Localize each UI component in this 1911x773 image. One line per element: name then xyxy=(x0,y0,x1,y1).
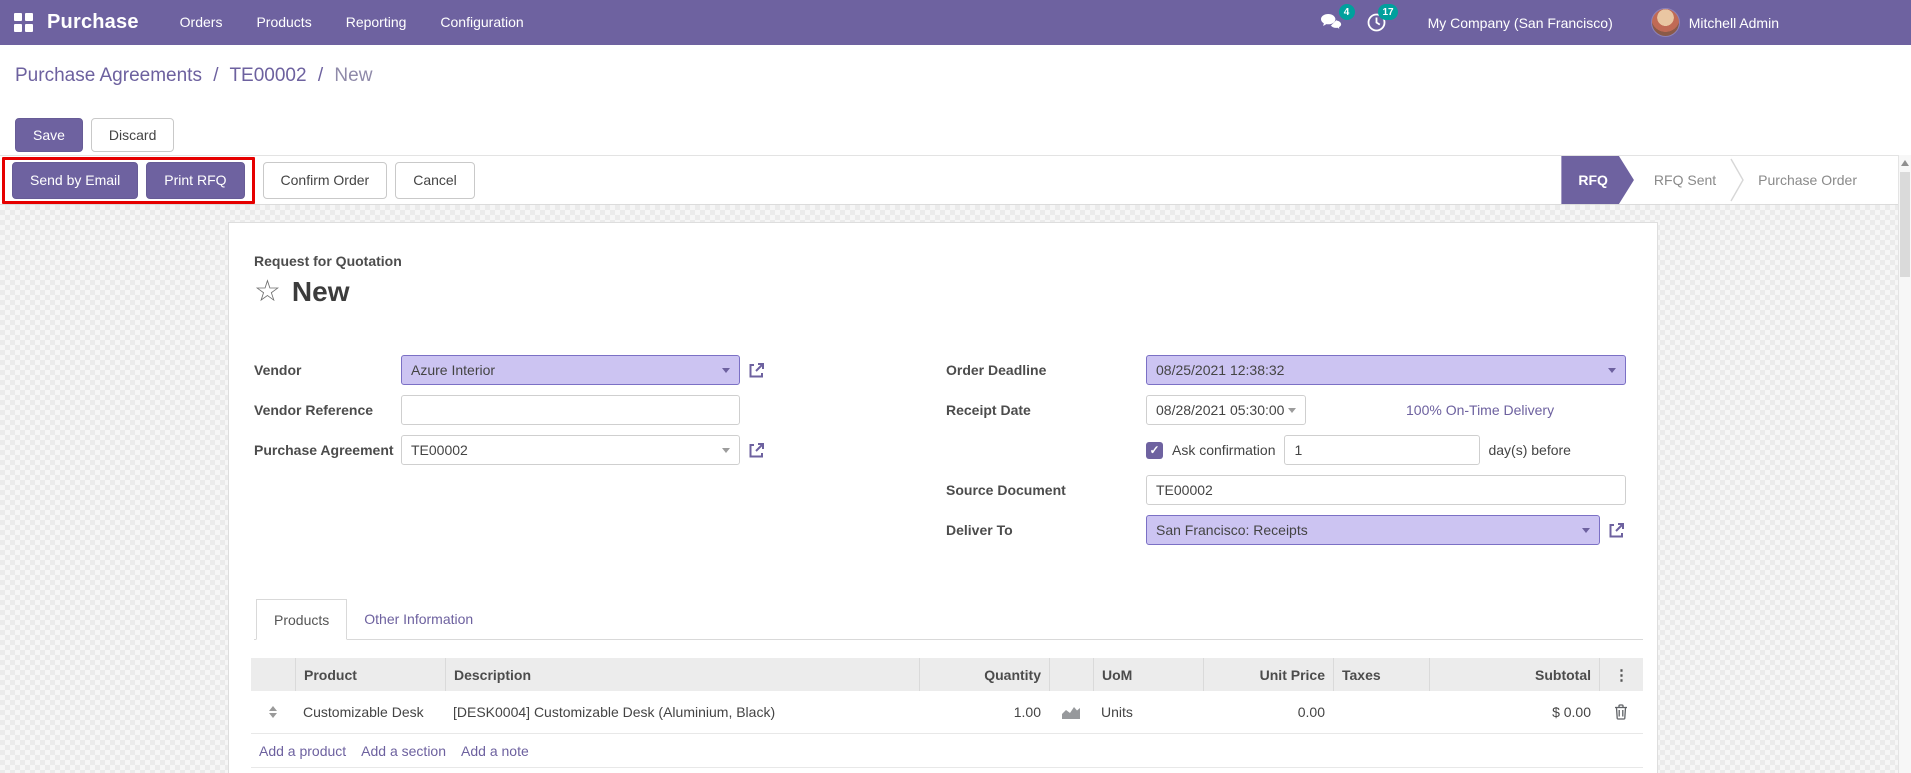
deliver-to-field[interactable]: San Francisco: Receipts xyxy=(1146,515,1600,545)
form-sheet: Request for Quotation ☆ New Vendor Azure… xyxy=(228,222,1658,773)
source-document-label: Source Document xyxy=(946,482,1066,498)
content-area: Request for Quotation ☆ New Vendor Azure… xyxy=(0,205,1911,773)
col-subtotal: Subtotal xyxy=(1429,658,1599,691)
form-fields: Vendor Azure Interior Vendor Reference P… xyxy=(254,355,1643,555)
receipt-date-label: Receipt Date xyxy=(946,402,1031,418)
cell-quantity[interactable]: 1.00 xyxy=(919,704,1049,720)
caret-down-icon xyxy=(1288,407,1296,413)
status-step-purchase-order[interactable]: Purchase Order xyxy=(1744,156,1871,204)
save-button[interactable]: Save xyxy=(15,118,83,152)
menu-reporting[interactable]: Reporting xyxy=(329,0,424,45)
add-a-section-link[interactable]: Add a section xyxy=(361,743,446,759)
vendor-field[interactable]: Azure Interior xyxy=(401,355,740,385)
breadcrumb: Purchase Agreements / TE00002 / New xyxy=(15,61,1895,91)
col-quantity: Quantity xyxy=(919,658,1049,691)
breadcrumb-current: New xyxy=(334,65,373,86)
col-unit-price: Unit Price xyxy=(1203,658,1333,691)
delete-row-icon[interactable] xyxy=(1614,704,1628,720)
table-header: Product Description Quantity UoM Unit Pr… xyxy=(251,658,1643,691)
notebook-tabs: Products Other Information xyxy=(254,599,1643,640)
print-rfq-button[interactable]: Print RFQ xyxy=(146,161,245,199)
scrollbar[interactable] xyxy=(1898,155,1911,773)
avatar xyxy=(1650,8,1680,37)
col-product: Product xyxy=(295,658,445,691)
breadcrumb-separator: / xyxy=(317,65,324,86)
cancel-button[interactable]: Cancel xyxy=(395,161,475,199)
days-before-field[interactable]: 1 xyxy=(1284,435,1481,465)
app-name[interactable]: Purchase xyxy=(47,11,139,34)
vendor-reference-field[interactable] xyxy=(401,395,740,425)
top-navbar: Purchase Orders Products Reporting Confi… xyxy=(0,0,1911,45)
optional-columns-icon[interactable]: ⋮ xyxy=(1614,666,1629,684)
purchase-agreement-label: Purchase Agreement xyxy=(254,442,394,458)
menu-orders[interactable]: Orders xyxy=(163,0,240,45)
form-subtitle: Request for Quotation xyxy=(254,253,402,269)
caret-down-icon xyxy=(1582,527,1590,533)
user-name: Mitchell Admin xyxy=(1688,14,1779,31)
annotation-highlight-box: Send by Email Print RFQ xyxy=(2,156,255,204)
record-title: New xyxy=(291,276,350,307)
forecast-chart-icon[interactable] xyxy=(1061,705,1081,720)
statusbar: RFQ RFQ Sent Purchase Order xyxy=(1561,156,1871,204)
breadcrumb-purchase-agreements[interactable]: Purchase Agreements xyxy=(15,65,202,86)
order-deadline-label: Order Deadline xyxy=(946,362,1047,378)
drag-handle-icon[interactable] xyxy=(269,706,277,718)
user-menu[interactable]: Mitchell Admin xyxy=(1650,8,1779,37)
scrollbar-up-arrow-icon[interactable] xyxy=(1899,155,1911,170)
add-a-note-link[interactable]: Add a note xyxy=(461,743,529,759)
control-panel: Purchase Agreements / TE00002 / New Save… xyxy=(0,45,1911,155)
chevron-separator-icon xyxy=(1730,158,1744,202)
favorite-star-icon[interactable]: ☆ xyxy=(254,277,281,307)
receipt-date-field[interactable]: 08/28/2021 05:30:00 xyxy=(1146,395,1306,425)
menu-configuration[interactable]: Configuration xyxy=(423,0,540,45)
company-switcher[interactable]: My Company (San Francisco) xyxy=(1428,15,1613,31)
breadcrumb-record[interactable]: TE00002 xyxy=(229,65,306,86)
tab-other-information[interactable]: Other Information xyxy=(347,599,490,639)
table-footer-links: Add a product Add a section Add a note xyxy=(251,734,1643,768)
ask-confirmation-checkbox[interactable]: ✓ xyxy=(1146,441,1163,459)
discard-button[interactable]: Discard xyxy=(90,118,175,152)
add-a-product-link[interactable]: Add a product xyxy=(259,743,346,759)
confirm-order-button[interactable]: Confirm Order xyxy=(262,161,388,199)
cell-product[interactable]: Customizable Desk xyxy=(295,704,445,720)
activities-button[interactable]: 17 xyxy=(1367,4,1398,32)
action-bar: Send by Email Print RFQ Confirm Order Ca… xyxy=(0,155,1911,205)
caret-down-icon xyxy=(722,447,730,453)
col-taxes: Taxes xyxy=(1333,658,1429,691)
cell-unit-price[interactable]: 0.00 xyxy=(1203,704,1333,720)
caret-down-icon xyxy=(722,367,730,373)
cell-subtotal: $ 0.00 xyxy=(1552,704,1591,720)
status-step-rfq-sent[interactable]: RFQ Sent xyxy=(1640,156,1730,204)
days-before-suffix: day(s) before xyxy=(1488,442,1571,458)
breadcrumb-separator: / xyxy=(213,65,219,86)
col-description: Description xyxy=(445,658,919,691)
scrollbar-thumb[interactable] xyxy=(1900,172,1910,277)
purchase-agreement-external-link-icon[interactable] xyxy=(747,441,766,460)
source-document-field[interactable]: TE00002 xyxy=(1146,475,1626,505)
activities-badge: 17 xyxy=(1378,4,1398,20)
purchase-agreement-field[interactable]: TE00002 xyxy=(401,435,740,465)
menu-products[interactable]: Products xyxy=(239,0,328,45)
ask-confirmation-label: Ask confirmation xyxy=(1172,442,1276,458)
table-row: Customizable Desk [DESK0004] Customizabl… xyxy=(251,691,1643,734)
products-table: Product Description Quantity UoM Unit Pr… xyxy=(251,658,1643,768)
vendor-reference-label: Vendor Reference xyxy=(254,402,374,418)
status-step-rfq[interactable]: RFQ xyxy=(1561,156,1634,204)
deliver-to-external-link-icon[interactable] xyxy=(1607,521,1626,540)
on-time-delivery-stat: 100% On-Time Delivery xyxy=(1406,402,1555,418)
messages-badge: 4 xyxy=(1338,4,1355,20)
vendor-label: Vendor xyxy=(254,362,302,378)
tab-products[interactable]: Products xyxy=(256,599,348,640)
cell-uom[interactable]: Units xyxy=(1093,704,1203,720)
cell-description[interactable]: [DESK0004] Customizable Desk (Aluminium,… xyxy=(445,704,919,720)
order-deadline-field[interactable]: 08/25/2021 12:38:32 xyxy=(1146,355,1626,385)
col-uom: UoM xyxy=(1093,658,1203,691)
apps-menu-icon[interactable] xyxy=(14,13,33,32)
caret-down-icon xyxy=(1608,367,1616,373)
vendor-external-link-icon[interactable] xyxy=(747,361,766,380)
messages-button[interactable]: 4 xyxy=(1320,4,1355,32)
send-by-email-button[interactable]: Send by Email xyxy=(12,161,139,199)
deliver-to-label: Deliver To xyxy=(946,522,1013,538)
